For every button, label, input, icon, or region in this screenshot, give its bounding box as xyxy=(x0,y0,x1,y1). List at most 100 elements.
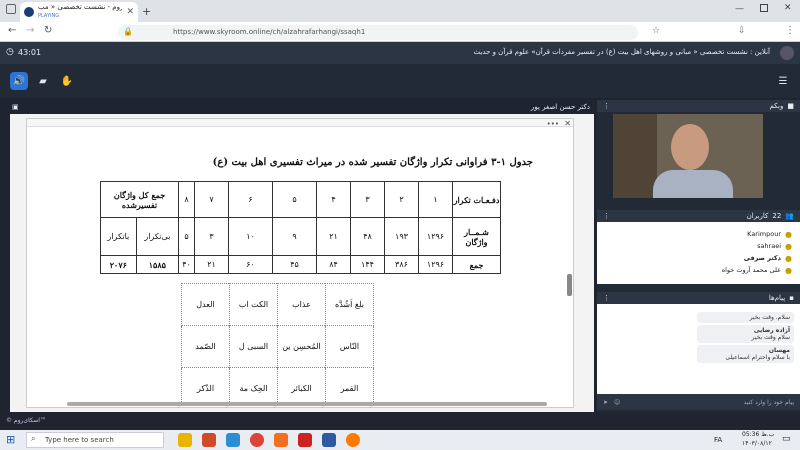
table-cell: ۹ xyxy=(272,217,317,256)
tab-list-icon[interactable] xyxy=(6,4,16,14)
screen-share-icon: ▣ xyxy=(12,103,19,111)
chat-message: سلام. وقت بخیر xyxy=(697,312,794,323)
word-cell: الصّمد xyxy=(181,325,230,368)
close-doc-icon[interactable]: ✕ xyxy=(564,119,571,128)
webcam-bookshelf xyxy=(613,114,657,198)
speaker-icon[interactable]: 🔊 xyxy=(10,72,28,90)
table-header: ۷ xyxy=(194,181,229,218)
session-timer: 43:01 xyxy=(18,48,42,57)
browser-tab[interactable]: اسکای‌روم - نشست تخصصی « مب PLAYING ✕ xyxy=(20,2,138,22)
table-header: ۱ xyxy=(418,181,453,218)
chat-input-bar: ➤ ☺ پیام خود را وارد کنید xyxy=(597,394,800,410)
session-title: آنلاین : نشست تخصصی « مبانی و روشهای اهل… xyxy=(473,48,770,56)
briefcase-icon[interactable]: ▰ xyxy=(34,72,52,90)
users-header: ⋮ 👥 22 کاربران xyxy=(597,210,800,222)
table-header: ۳ xyxy=(350,181,385,218)
language-indicator[interactable]: FA xyxy=(714,436,722,444)
tab-status: PLAYING xyxy=(38,13,60,19)
chat-list: سلام. وقت بخیر آزاده رضایی سلام وقت بخیر … xyxy=(597,304,800,394)
table-cell: ۳ xyxy=(194,217,229,256)
table-cell: ۴۰ xyxy=(178,255,195,274)
secure-lock-icon[interactable]: 🔒 xyxy=(123,27,133,36)
table-cell: باتکرار xyxy=(100,217,137,256)
maximize-icon[interactable] xyxy=(760,4,768,12)
message-author: مهسان xyxy=(768,347,790,354)
back-icon[interactable]: ← xyxy=(8,25,16,36)
table-cell: ۸۴ xyxy=(316,255,351,274)
raise-hand-icon[interactable]: ✋ xyxy=(58,72,76,90)
webcam-header: ⋮ وبکم ■ xyxy=(597,100,800,112)
messages-menu-icon[interactable]: ⋮ xyxy=(603,294,610,302)
table-cell: ۴۸ xyxy=(350,217,385,256)
horizontal-scrollbar[interactable] xyxy=(67,402,547,406)
send-icon[interactable]: ➤ xyxy=(603,399,608,406)
taskbar-search-input[interactable]: Type here to search xyxy=(26,432,164,448)
list-item[interactable]: Karimpour ● xyxy=(597,228,800,240)
forward-icon[interactable]: → xyxy=(26,25,34,36)
words-table: بلغ اَشُدَّه عذاب الکت اب العدل النّاس ا… xyxy=(181,283,374,407)
users-count: 22 xyxy=(772,212,782,220)
table-cell: ۳۸۶ xyxy=(384,255,419,274)
vertical-scrollbar[interactable] xyxy=(567,274,572,296)
webcam-label: وبکم xyxy=(769,102,784,110)
table-cell: ۱۰ xyxy=(228,217,273,256)
frequency-table: دفـعـات تکرار ۱ ۲ ۳ ۴ ۵ ۶ ۷ ۸ جمع کل واژ… xyxy=(100,181,501,274)
notifications-icon[interactable]: ▭ xyxy=(782,434,791,444)
clock-date: ۱۴۰۳/۰۸/۱۲ xyxy=(742,440,772,447)
more-options-icon[interactable]: ••• xyxy=(547,120,559,128)
minimize-icon[interactable]: — xyxy=(735,4,744,14)
timer-icon: ◷ xyxy=(6,47,14,57)
reload-icon[interactable]: ↻ xyxy=(44,25,52,36)
row-label-count: شـمــار واژگان xyxy=(452,217,501,256)
emoji-icon[interactable]: ☺ xyxy=(614,399,620,406)
firefox-icon[interactable] xyxy=(346,433,360,447)
bookmark-star-icon[interactable]: ☆ xyxy=(652,26,660,36)
app-icon[interactable] xyxy=(274,433,288,447)
table-cell: ۲۰۷۶ xyxy=(100,255,137,274)
users-icon: 👥 xyxy=(785,212,794,220)
edge-icon[interactable] xyxy=(226,433,240,447)
close-window-icon[interactable]: ✕ xyxy=(784,3,792,13)
chat-input[interactable]: پیام خود را وارد کنید xyxy=(744,399,794,406)
chrome-icon[interactable] xyxy=(250,433,264,447)
document-ruler xyxy=(27,119,573,127)
hamburger-menu-icon[interactable]: ☰ xyxy=(774,72,792,90)
table-header: ۴ xyxy=(316,181,351,218)
windows-start-icon[interactable]: ⊞ xyxy=(6,433,15,446)
webcam-video xyxy=(613,114,763,198)
table-header: ۵ xyxy=(272,181,317,218)
app-icon[interactable] xyxy=(202,433,216,447)
table-cell: ۲۱ xyxy=(194,255,229,274)
taskbar: ⊞ Type here to search ⌕ FA 05:36 ب.ظ ۱۴۰… xyxy=(0,430,800,450)
presenter-name: دکتر حسن اصغر پور xyxy=(530,103,590,111)
list-item[interactable]: علی محمد آروت خواه ● xyxy=(597,264,800,276)
download-icon[interactable]: ⇩ xyxy=(738,26,746,36)
pdf-icon[interactable] xyxy=(298,433,312,447)
table-cell: ۱۲۹۶ xyxy=(418,255,453,274)
url-field[interactable]: https://www.skyroom.online/ch/alzahrafar… xyxy=(118,25,638,40)
app-footer: © اسکای‌روم™ xyxy=(0,412,800,430)
side-panel: ⋮ وبکم ■ ⋮ 👥 22 کاربران Karimpour ● sahra… xyxy=(597,100,800,412)
users-label: کاربران xyxy=(746,212,769,220)
list-item[interactable]: sahraei ● xyxy=(597,240,800,252)
webcam-menu-icon[interactable]: ⋮ xyxy=(603,102,610,110)
share-header: ▣ دکتر حسن اصغر پور xyxy=(8,100,594,114)
browser-tab-bar: اسکای‌روم - نشست تخصصی « مب PLAYING ✕ + … xyxy=(0,0,800,22)
menu-icon[interactable]: ⋮ xyxy=(785,25,795,36)
photos-icon[interactable] xyxy=(322,433,336,447)
users-menu-icon[interactable]: ⋮ xyxy=(603,212,610,220)
user-icon: ● xyxy=(785,229,792,239)
app-header: ◷ 43:01 آنلاین : نشست تخصصی « مبانی و رو… xyxy=(0,42,800,64)
brand-label: © اسکای‌روم™ xyxy=(6,417,46,424)
profile-avatar[interactable] xyxy=(780,46,794,60)
table-cell: ۱۲۹۶ xyxy=(418,217,453,256)
webcam-face xyxy=(671,124,709,170)
word-cell: النّاس xyxy=(325,325,374,368)
close-tab-icon[interactable]: ✕ xyxy=(126,7,134,17)
word-cell: العدل xyxy=(181,283,230,326)
table-header: ۲ xyxy=(384,181,419,218)
list-item[interactable]: دکتر صرفی ● xyxy=(597,252,800,264)
new-tab-icon[interactable]: + xyxy=(142,5,151,18)
row-label-sum: جمع xyxy=(452,255,501,274)
file-explorer-icon[interactable] xyxy=(178,433,192,447)
